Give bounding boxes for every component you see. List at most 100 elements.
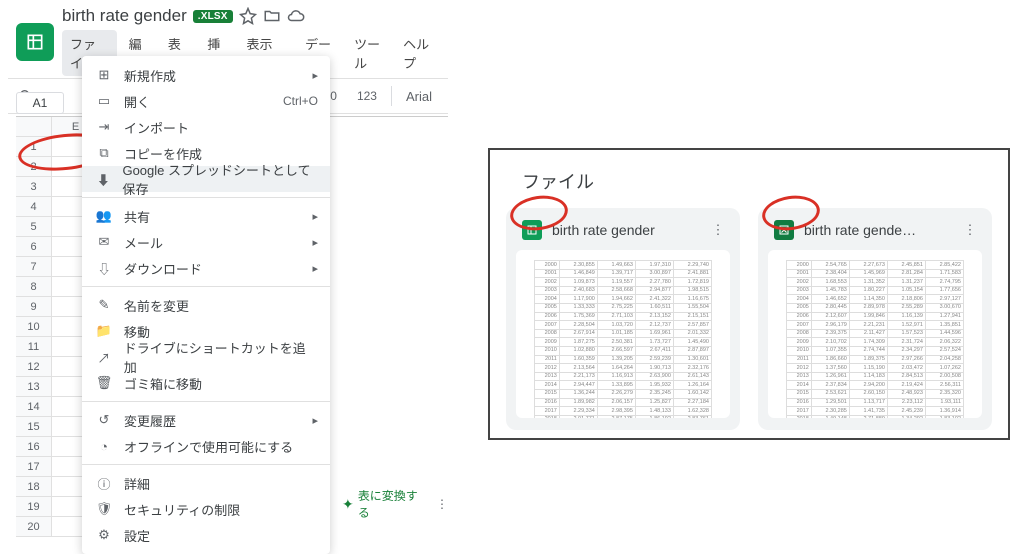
row-header[interactable]: 9	[16, 297, 52, 317]
row-header[interactable]: 18	[16, 477, 52, 497]
dd-item-label: インポート	[124, 118, 189, 137]
dd-item-settings[interactable]: ⚙設定	[82, 522, 330, 548]
dd-item-save[interactable]: ⬇Google スプレッドシートとして保存	[82, 166, 330, 192]
row-header[interactable]: 5	[16, 217, 52, 237]
row-header[interactable]: 10	[16, 317, 52, 337]
dd-item-label: Google スプレッドシートとして保存	[122, 160, 316, 198]
shortcut-icon: ↗	[96, 349, 112, 365]
dd-item-plus-grid[interactable]: ⊞ 新規作成 ▸	[82, 62, 330, 88]
sheets-logo-icon[interactable]	[16, 23, 54, 61]
dd-item-label: 新規作成	[124, 66, 176, 85]
toolbar-numfmt[interactable]: 123	[351, 87, 383, 105]
cloud-status-icon[interactable]	[287, 7, 305, 25]
toolbar-font[interactable]: Arial	[400, 87, 438, 106]
file-card-more-icon[interactable]: ⋮	[708, 220, 728, 240]
chevron-right-icon: ▸	[312, 210, 318, 223]
plus-grid-icon: ⊞	[96, 67, 112, 83]
row-header[interactable]: 7	[16, 257, 52, 277]
file-card-more-icon[interactable]: ⋮	[960, 220, 980, 240]
convert-to-table-chip[interactable]: ✦ 表に変換する ⋮	[342, 487, 448, 521]
row-header[interactable]: 19	[16, 497, 52, 517]
chevron-right-icon: ▸	[312, 262, 318, 275]
dd-item-label: 開く	[124, 92, 150, 111]
mail-icon: ✉	[96, 234, 112, 250]
move-icon: 📁	[96, 323, 112, 339]
sheets-icon	[522, 220, 542, 240]
dd-item-label: セキュリティの制限	[124, 500, 240, 519]
download-icon: ⇩	[96, 260, 112, 276]
dd-item-label: 共有	[124, 207, 150, 226]
import-icon: ⇥	[96, 119, 112, 135]
drive-section-title: ファイル	[506, 164, 992, 208]
dd-separator	[82, 464, 330, 465]
rename-icon: ✎	[96, 297, 112, 313]
copy-icon: ⧉	[96, 145, 112, 161]
name-box[interactable]: A1	[16, 92, 64, 114]
dd-item-label: ゴミ箱に移動	[124, 374, 202, 393]
chevron-right-icon: ▸	[312, 414, 318, 427]
row-header[interactable]: 11	[16, 337, 52, 357]
info-icon: ⓘ	[96, 475, 112, 491]
dd-item-security[interactable]: 🛡 セキュリティの制限	[82, 496, 330, 522]
star-icon[interactable]	[239, 7, 257, 25]
dd-separator	[82, 401, 330, 402]
chevron-right-icon: ▸	[312, 236, 318, 249]
dd-item-download[interactable]: ⇩ ダウンロード ▸	[82, 255, 330, 281]
file-card-name: birth rate gende…	[804, 222, 950, 238]
dd-item-shortcut: Ctrl+O	[283, 94, 318, 108]
row-header[interactable]: 2	[16, 157, 52, 177]
row-header[interactable]: 20	[16, 517, 52, 537]
menu-tools[interactable]: ツール	[346, 30, 391, 76]
trash-icon: 🗑	[96, 375, 112, 391]
move-folder-icon[interactable]	[263, 7, 281, 25]
file-dropdown: ⊞新規作成▸▭開くCtrl+O⇥インポート⧉コピーを作成⬇Google スプレッ…	[82, 56, 330, 554]
security-icon: 🛡	[96, 501, 112, 517]
file-card-name: birth rate gender	[552, 222, 698, 238]
row-header[interactable]: 12	[16, 357, 52, 377]
toolbar-divider	[391, 86, 392, 106]
dd-item-info[interactable]: ⓘ 詳細	[82, 470, 330, 496]
dd-item-label: 詳細	[124, 474, 150, 493]
dd-item-trash[interactable]: 🗑 ゴミ箱に移動	[82, 370, 330, 396]
row-header[interactable]: 6	[16, 237, 52, 257]
row-header[interactable]: 4	[16, 197, 52, 217]
dd-item-import[interactable]: ⇥ インポート	[82, 114, 330, 140]
dd-item-history[interactable]: ↺変更履歴▸	[82, 407, 330, 433]
convert-chip-label: 表に変換する	[358, 487, 426, 521]
menu-help[interactable]: ヘルプ	[395, 30, 440, 76]
row-header[interactable]: 16	[16, 437, 52, 457]
dd-item-offline[interactable]: ◔ オフラインで使用可能にする	[82, 433, 330, 459]
row-header[interactable]: 1	[16, 137, 52, 157]
file-card-excel[interactable]: birth rate gende… ⋮ 20002.54,7652.27,673…	[758, 208, 992, 430]
row-header[interactable]: 17	[16, 457, 52, 477]
dd-separator	[82, 286, 330, 287]
dd-item-rename[interactable]: ✎ 名前を変更	[82, 292, 330, 318]
row-header[interactable]: 3	[16, 177, 52, 197]
dd-item-label: 変更履歴	[124, 411, 176, 430]
star-diamond-icon: ✦	[342, 496, 354, 513]
settings-icon: ⚙	[96, 527, 112, 543]
row-header[interactable]: 14	[16, 397, 52, 417]
folder-icon: ▭	[96, 93, 112, 109]
dd-item-folder[interactable]: ▭ 開く Ctrl+O	[82, 88, 330, 114]
dd-item-label: ダウンロード	[124, 259, 202, 278]
row-header[interactable]: 8	[16, 277, 52, 297]
dd-item-mail[interactable]: ✉ メール ▸	[82, 229, 330, 255]
dd-item-shortcut[interactable]: ↗ドライブにショートカットを追加	[82, 344, 330, 370]
dd-item-label: 名前を変更	[124, 296, 189, 315]
dd-item-label: メール	[124, 233, 163, 252]
chevron-right-icon: ▸	[312, 69, 318, 82]
file-card-sheets[interactable]: birth rate gender ⋮ 20002.30,8551.49,663…	[506, 208, 740, 430]
row-header[interactable]: 13	[16, 377, 52, 397]
dd-item-label: オフラインで使用可能にする	[124, 437, 293, 456]
share-icon: 👥	[96, 208, 112, 224]
file-thumbnail: 20002.54,7652.27,6732.45,8512.85,4222001…	[768, 250, 982, 418]
save-icon: ⬇	[96, 171, 110, 187]
row-header[interactable]: 15	[16, 417, 52, 437]
xlsx-badge: .XLSX	[193, 10, 233, 23]
offline-icon: ◔	[96, 438, 112, 454]
dd-item-share[interactable]: 👥 共有 ▸	[82, 203, 330, 229]
excel-icon	[774, 220, 794, 240]
doc-title[interactable]: birth rate gender	[62, 6, 187, 26]
file-thumbnail: 20002.30,8551.49,6631.97,3102.29,7402001…	[516, 250, 730, 418]
